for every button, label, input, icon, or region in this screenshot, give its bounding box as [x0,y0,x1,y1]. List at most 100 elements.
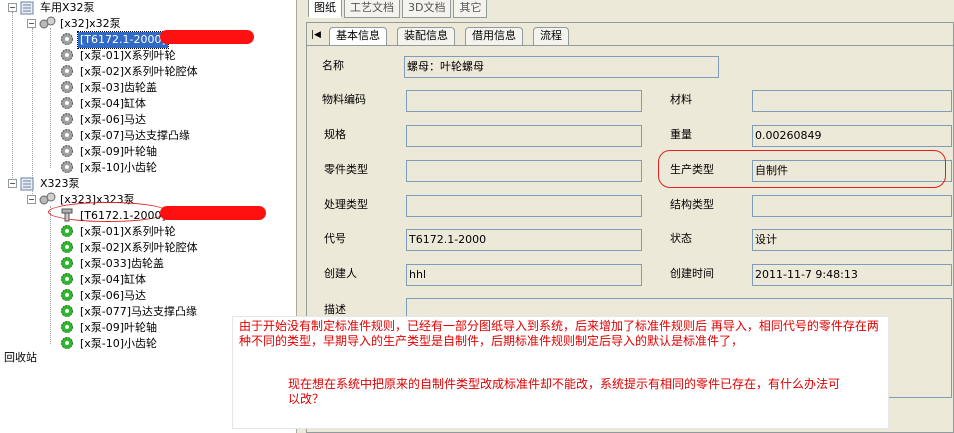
gear-gray-icon [60,144,74,158]
gear-green-icon [60,224,74,238]
property-tabs: |◀ 基本信息 装配信息 借用信息 流程 [307,27,953,46]
tree-part[interactable]: [x泵-10]小齿轮 [78,336,159,352]
tree-node-label: [x泵-04]缸体 [80,97,147,110]
tree-part-selected[interactable]: [T6172.1-2000] [77,31,169,49]
gear-green-icon [60,256,74,270]
tree-recycle-bin[interactable]: 回收站 [2,350,39,366]
assembly-icon [39,16,56,30]
collapse-toggle[interactable]: − [8,179,17,188]
tab-divider [307,45,953,46]
gear-green-icon [60,304,74,318]
tree-node-label: 车用X32泵 [40,1,95,14]
tree-part[interactable]: [x泵-09]叶轮轴 [78,320,159,336]
tab-workflow[interactable]: 流程 [533,27,569,45]
structure-type-field[interactable] [752,195,952,217]
material-field[interactable] [752,90,952,112]
annotation-note: 由于开始没有制定标准件规则，已经有一部分图纸导入到系统，后来增加了标准件规则后 … [232,316,889,429]
tree-part[interactable]: [x泵-10]小齿轮 [78,160,159,176]
gear-gray-icon [60,32,74,46]
collapse-toggle[interactable]: − [8,3,17,12]
tree-node-label: [x泵-06]马达 [80,113,147,126]
tab-3d-docs[interactable]: 3D文档 [402,0,452,18]
created-time-field[interactable]: 2011-11-7 9:48:13 [752,264,952,286]
product-root-icon [20,1,34,15]
tab-basic-info[interactable]: 基本信息 [329,27,387,46]
tree-part[interactable]: [x泵-07]马达支撑凸缘 [78,128,192,144]
gear-gray-icon [60,48,74,62]
status-label: 状态 [670,232,692,245]
tab-process-docs[interactable]: 工艺文档 [344,0,400,18]
standard-part-icon [60,208,74,222]
tree-node-label: [x泵-09]叶轮轴 [80,321,158,334]
tree-node-label: [x泵-07]马达支撑凸缘 [80,129,191,142]
tree-part[interactable]: [x泵-06]马达 [78,112,148,128]
tree-node-label: [x泵-06]马达 [80,289,147,302]
creator-field[interactable]: hhl [406,264,642,286]
tree-part[interactable]: [x泵-03]齿轮盖 [78,80,159,96]
tree-node-label: [x泵-10]小齿轮 [80,161,158,174]
tree-part[interactable]: [x泵-02]X系列叶轮腔体 [78,240,200,256]
tree-root-x323[interactable]: X323泵 [38,176,82,192]
collapse-toggle[interactable]: − [27,195,36,204]
gear-gray-icon [60,128,74,142]
name-field[interactable]: 螺母：叶轮螺母 [404,56,719,78]
tree-part[interactable]: [x泵-033]齿轮盖 [78,256,166,272]
tree-node-label: [x泵-03]齿轮盖 [80,81,158,94]
tree-node-label: [x泵-02]X系列叶轮腔体 [80,65,198,78]
tree-part[interactable]: [x泵-04]缸体 [78,272,148,288]
tree-line [50,28,51,168]
status-field[interactable]: 设计 [752,229,952,251]
gear-green-icon [60,288,74,302]
gear-gray-icon [60,96,74,110]
material-code-field[interactable] [406,90,642,112]
tree-part[interactable]: [T6172.1-2000] [78,208,168,224]
process-type-field[interactable] [406,195,642,217]
assembly-icon [39,192,56,206]
annotation-text: 由于开始没有制定标准件规则，已经有一部分图纸导入到系统，后来增加了标准件规则后 … [239,319,879,348]
tab-other[interactable]: 其它 [453,0,488,18]
gear-gray-icon [60,112,74,126]
first-tab-icon[interactable]: |◀ [309,27,323,43]
part-type-field[interactable] [406,160,642,182]
tab-borrow-info[interactable]: 借用信息 [465,27,523,45]
tree-node-label: [x泵-01]X系列叶轮 [80,225,176,238]
redaction-mark [160,206,266,220]
code-field[interactable]: T6172.1-2000 [406,229,642,251]
gear-green-icon [60,336,74,350]
tree-part[interactable]: [x泵-01]X系列叶轮 [78,48,178,64]
process-type-label: 处理类型 [324,198,368,211]
tree-part[interactable]: [x泵-01]X系列叶轮 [78,224,178,240]
weight-field[interactable]: 0.00260849 [752,125,952,147]
tab-drawings[interactable]: 图纸 [308,0,342,18]
gear-gray-icon [60,160,74,174]
tree-part[interactable]: [x泵-09]叶轮轴 [78,144,159,160]
gear-green-icon [60,240,74,254]
tree-part[interactable]: [x泵-02]X系列叶轮腔体 [78,64,200,80]
gear-green-icon [60,320,74,334]
tree-part[interactable]: [x泵-077]马达支撑凸缘 [78,304,199,320]
created-time-label: 创建时间 [670,267,714,280]
tree-node-label: 回收站 [4,351,37,364]
tree-node-label: [T6172.1-2000] [80,209,166,222]
tree-part[interactable]: [x泵-04]缸体 [78,96,148,112]
tree-root-x32[interactable]: 车用X32泵 [38,0,97,16]
spec-field[interactable] [406,125,642,147]
code-label: 代号 [324,232,346,245]
tree-node-label: [x泵-02]X系列叶轮腔体 [80,241,198,254]
tab-assembly-info[interactable]: 装配信息 [397,27,455,45]
tree-assembly-x32[interactable]: [x32]x32泵 [58,16,123,32]
tree-node-label: [x泵-077]马达支撑凸缘 [80,305,198,318]
material-code-label: 物料编码 [322,93,366,106]
collapse-toggle[interactable]: − [27,19,36,28]
creator-label: 创建人 [324,267,357,280]
tree-node-label: [x泵-04]缸体 [80,273,147,286]
annotation-question: 现在想在系统中把原来的自制件类型改成标准件却不能改，系统提示有相同的零件已存在，… [288,377,841,406]
tree-part[interactable]: [x泵-06]马达 [78,288,148,304]
gear-green-icon [60,272,74,286]
tree-line [12,12,13,184]
tree-node-label: [x32]x32泵 [60,17,121,30]
tree-node-label: [x泵-01]X系列叶轮 [80,49,176,62]
tree-node-label: [x泵-09]叶轮轴 [80,145,158,158]
spec-label: 规格 [324,128,346,141]
tree-line [32,28,33,184]
